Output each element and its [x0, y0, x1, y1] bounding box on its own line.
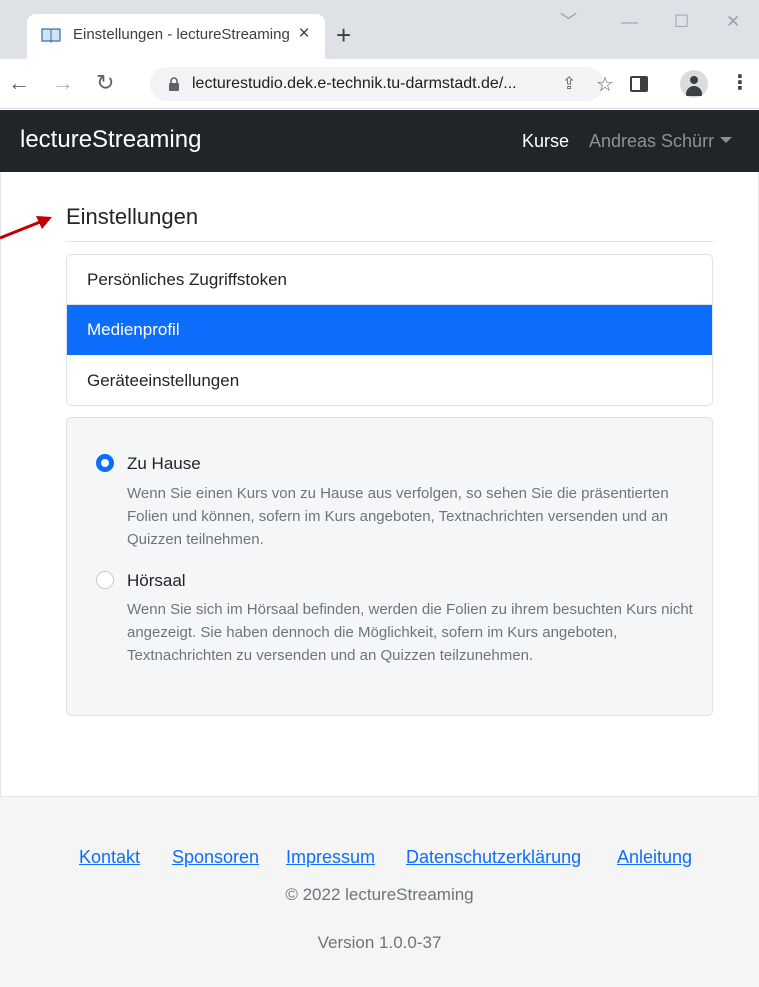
menu-icon[interactable]: ⋮: [730, 72, 750, 94]
option-description-hoersaal: Wenn Sie sich im Hörsaal befinden, werde…: [127, 601, 693, 664]
radio-zu-hause[interactable]: [96, 454, 114, 472]
annotation-arrow-icon: [0, 216, 52, 240]
settings-menu: Persönliches Zugriffstoken Medienprofil …: [66, 254, 713, 406]
menu-item-medienprofil[interactable]: Medienprofil: [67, 305, 712, 355]
user-name: Andreas Schürr: [589, 131, 715, 151]
copyright-text: © 2022 lectureStreaming: [285, 885, 474, 904]
option-description-zu-hause: Wenn Sie einen Kurs von zu Hause aus ver…: [127, 485, 669, 548]
brand-link[interactable]: lectureStreaming: [20, 126, 201, 154]
user-dropdown[interactable]: Andreas Schürr: [589, 131, 733, 152]
app-navbar: lectureStreaming Kurse Andreas Schürr: [0, 110, 759, 172]
reload-icon[interactable]: ↻: [96, 71, 114, 95]
radio-hoersaal[interactable]: [96, 571, 114, 589]
caret-down-icon: [720, 137, 733, 144]
lock-icon: [169, 77, 179, 91]
footer-link-anleitung[interactable]: Anleitung: [617, 847, 692, 868]
star-icon[interactable]: ☆: [596, 72, 614, 97]
plus-icon[interactable]: +: [336, 22, 351, 48]
maximize-icon[interactable]: ☐: [674, 12, 689, 32]
address-bar[interactable]: lecturestudio.dek.e-technik.tu-darmstadt…: [150, 67, 614, 101]
browser-tab[interactable]: Einstellungen - lectureStreaming ×: [27, 14, 325, 59]
profile-icon[interactable]: [680, 70, 708, 98]
footer-link-kontakt[interactable]: Kontakt: [79, 847, 140, 868]
menu-item-geraeteeinstellungen[interactable]: Geräteeinstellungen: [67, 356, 712, 405]
page-title: Einstellungen: [66, 204, 199, 229]
option-label-zu-hause[interactable]: Zu Hause: [127, 454, 201, 474]
share-icon[interactable]: ⇪: [562, 74, 576, 94]
menu-item-zugriffstoken[interactable]: Persönliches Zugriffstoken: [67, 255, 712, 305]
url-text: lecturestudio.dek.e-technik.tu-darmstadt…: [192, 75, 517, 92]
back-icon[interactable]: ←: [8, 71, 30, 95]
window-close-icon[interactable]: ✕: [726, 12, 740, 32]
side-panel-icon[interactable]: [630, 76, 648, 92]
book-icon: [41, 28, 61, 43]
footer-link-impressum[interactable]: Impressum: [286, 847, 375, 868]
close-icon[interactable]: ×: [293, 22, 315, 46]
nav-link-kurse[interactable]: Kurse: [522, 131, 569, 152]
chevron-down-icon[interactable]: ﹀: [560, 12, 577, 32]
forward-icon[interactable]: →: [52, 71, 74, 95]
title-divider: [66, 241, 713, 242]
version-text: Version 1.0.0-37: [317, 933, 442, 952]
footer-link-datenschutz[interactable]: Datenschutzerklärung: [406, 847, 581, 868]
tab-title: Einstellungen - lectureStreaming: [73, 26, 290, 43]
browser-tab-strip: Einstellungen - lectureStreaming × + ﹀ —…: [0, 0, 759, 59]
media-profile-card: Zu Hause Wenn Sie einen Kurs von zu Haus…: [66, 417, 713, 716]
footer-link-sponsoren[interactable]: Sponsoren: [172, 847, 259, 868]
option-label-hoersaal[interactable]: Hörsaal: [127, 571, 186, 591]
footer: Kontakt Sponsoren Impressum Datenschutze…: [0, 796, 759, 987]
minimize-icon[interactable]: —: [621, 12, 638, 32]
